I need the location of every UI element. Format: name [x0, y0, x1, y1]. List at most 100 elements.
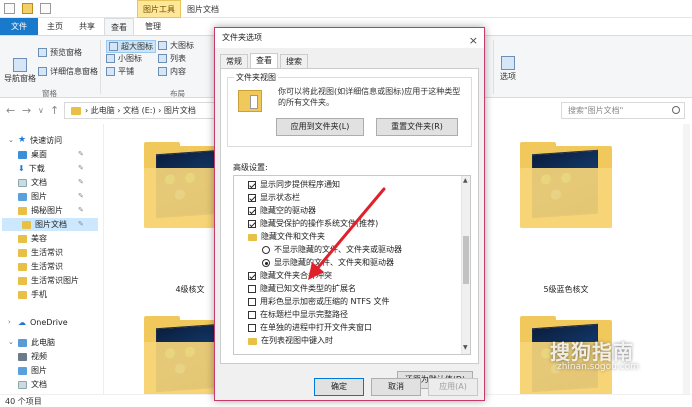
recent-chevron-down-icon[interactable]: ∨: [38, 106, 44, 115]
quick-access-icon[interactable]: [4, 3, 15, 14]
tab-share[interactable]: 共享: [72, 18, 102, 35]
tab-file[interactable]: 文件: [0, 18, 38, 35]
ok-button[interactable]: 确定: [314, 378, 364, 396]
nav-pictures-pc[interactable]: 图片: [18, 364, 47, 377]
setting-checkbox-row[interactable]: 隐藏已知文件类型的扩展名: [248, 283, 356, 295]
settings-scrollbar[interactable]: ▲ ▼: [461, 176, 470, 354]
list-option[interactable]: 列表: [158, 53, 186, 64]
checkbox-unchecked[interactable]: [248, 324, 256, 332]
explorer-title-bar: 图片工具 图片文档: [0, 0, 692, 18]
tiles-option[interactable]: 平铺: [106, 66, 134, 77]
close-icon[interactable]: ×: [469, 31, 478, 51]
checkbox-checked[interactable]: [248, 194, 256, 202]
checkbox-checked[interactable]: [248, 220, 256, 228]
details-pane-label: 详细信息窗格: [50, 67, 98, 76]
nav-documents[interactable]: 文档: [18, 176, 47, 189]
nav-folder-10[interactable]: 生活常识图片: [18, 274, 79, 287]
scrollbar-thumb[interactable]: [463, 236, 469, 284]
folder-icon: [18, 276, 27, 285]
desktop-icon: [18, 150, 27, 159]
nav-videos[interactable]: 视频: [18, 350, 47, 363]
preview-pane-button[interactable]: 预览窗格: [38, 47, 82, 58]
view-tab-panel: 文件夹视图 你可以将此视图(如详细信息或图标)应用于这种类型的所有文件夹。 应用…: [220, 68, 479, 389]
checkbox-unchecked[interactable]: [248, 298, 256, 306]
nav-folder-5[interactable]: 揭秘图片: [18, 204, 63, 217]
nav-desktop[interactable]: 桌面: [18, 148, 47, 161]
details-pane-button[interactable]: 详细信息窗格: [38, 66, 98, 77]
content-option[interactable]: 内容: [158, 66, 186, 77]
scroll-up-icon[interactable]: ▲: [463, 177, 468, 184]
setting-radio-row[interactable]: 不显示隐藏的文件、文件夹或驱动器: [262, 244, 402, 256]
nav-folder-11[interactable]: 手机: [18, 288, 47, 301]
nav-label: 桌面: [31, 150, 47, 159]
tab-home[interactable]: 主页: [40, 18, 70, 35]
pin-icon[interactable]: ✎: [78, 150, 84, 158]
nav-downloads[interactable]: ⬇ 下载: [18, 162, 45, 175]
apply-to-folders-button[interactable]: 应用到文件夹(L): [276, 118, 364, 136]
checkbox-unchecked[interactable]: [248, 311, 256, 319]
radio-unchecked[interactable]: [262, 246, 270, 254]
setting-checkbox-row[interactable]: 在单独的进程中打开文件夹窗口: [248, 322, 372, 334]
reset-folders-button[interactable]: 重置文件夹(R): [376, 118, 458, 136]
extra-large-icons-option[interactable]: 超大图标: [106, 40, 156, 53]
setting-checkbox-row[interactable]: 隐藏受保护的操作系统文件(推荐): [248, 218, 378, 230]
checkbox-unchecked[interactable]: [248, 285, 256, 293]
folder-item[interactable]: [520, 142, 612, 232]
nav-label: 手机: [31, 290, 47, 299]
radio-checked[interactable]: [262, 259, 270, 267]
breadcrumb-drive[interactable]: 文档 (E:): [123, 106, 156, 115]
nav-documents-pc[interactable]: 文档: [18, 378, 47, 391]
setting-checkbox-row[interactable]: 用彩色显示加密或压缩的 NTFS 文件: [248, 296, 390, 308]
picture-tools-tab[interactable]: 图片工具: [137, 0, 181, 18]
breadcrumb-folder[interactable]: 图片文档: [164, 106, 196, 115]
nav-folder-7[interactable]: 美容: [18, 232, 47, 245]
forward-arrow-icon[interactable]: →: [22, 104, 31, 117]
search-input[interactable]: 搜索"图片文档": [561, 102, 685, 119]
setting-checkbox-row[interactable]: 隐藏文件夹合并冲突: [248, 270, 332, 282]
scroll-down-icon[interactable]: ▼: [463, 344, 468, 351]
properties-icon[interactable]: [40, 3, 51, 14]
nav-folder-8[interactable]: 生活常识: [18, 246, 63, 259]
address-bar[interactable]: › 此电脑 › 文档 (E:) › 图片文档: [64, 102, 216, 119]
breadcrumb-this-pc[interactable]: 此电脑: [91, 106, 115, 115]
small-icons-option[interactable]: 小图标: [106, 53, 142, 64]
up-arrow-icon[interactable]: ↑: [50, 104, 59, 117]
cancel-button[interactable]: 取消: [371, 378, 421, 396]
nav-label: 图片: [31, 192, 47, 201]
documents-icon: [18, 178, 27, 187]
checkbox-checked[interactable]: [248, 181, 256, 189]
checkbox-checked[interactable]: [248, 272, 256, 280]
folder-options-dialog: 文件夹选项 × 常规 查看 搜索 文件夹视图 你可以将此视图(如详细信息或图标)…: [214, 27, 485, 401]
pin-icon[interactable]: ✎: [78, 164, 84, 172]
back-arrow-icon[interactable]: ←: [6, 104, 15, 117]
tab-general[interactable]: 常规: [220, 54, 248, 69]
setting-radio-row[interactable]: 显示隐藏的文件、文件夹和驱动器: [262, 257, 394, 269]
setting-label: 隐藏文件和文件夹: [261, 232, 325, 241]
setting-checkbox-row[interactable]: 显示同步提供程序通知: [248, 179, 340, 191]
nav-pane-button[interactable]: 导航窗格: [4, 58, 36, 84]
pin-icon[interactable]: ✎: [78, 178, 84, 186]
pin-icon[interactable]: ✎: [78, 220, 84, 228]
tab-manage[interactable]: 管理: [138, 18, 168, 35]
nav-onedrive[interactable]: › ☁ OneDrive: [8, 316, 68, 329]
extra-large-icons-icon: [109, 42, 118, 51]
setting-checkbox-row[interactable]: 隐藏空的驱动器: [248, 205, 316, 217]
folder-icon: [18, 262, 27, 271]
pin-icon[interactable]: ✎: [78, 206, 84, 214]
content-scrollbar[interactable]: [683, 124, 690, 394]
options-button[interactable]: 选项: [500, 56, 516, 82]
setting-checkbox-row[interactable]: 在标题栏中显示完整路径: [248, 309, 348, 321]
tab-view[interactable]: 查看: [250, 53, 278, 69]
folder-icon: [18, 290, 27, 299]
nav-quick-access[interactable]: ⌄ ★ 快速访问: [8, 134, 62, 147]
tab-search[interactable]: 搜索: [280, 54, 308, 69]
advanced-settings-list[interactable]: 显示同步提供程序通知 显示状态栏 隐藏空的驱动器 隐藏受保护的操作系统文件(推荐…: [233, 175, 471, 355]
checkbox-checked[interactable]: [248, 207, 256, 215]
nav-this-pc[interactable]: ⌄ 此电脑: [8, 336, 55, 349]
nav-folder-9[interactable]: 生活常识: [18, 260, 63, 273]
tab-view[interactable]: 查看: [104, 18, 134, 35]
pin-icon[interactable]: ✎: [78, 192, 84, 200]
large-icons-option[interactable]: 大图标: [158, 40, 194, 51]
nav-pictures[interactable]: 图片: [18, 190, 47, 203]
setting-checkbox-row[interactable]: 显示状态栏: [248, 192, 300, 204]
